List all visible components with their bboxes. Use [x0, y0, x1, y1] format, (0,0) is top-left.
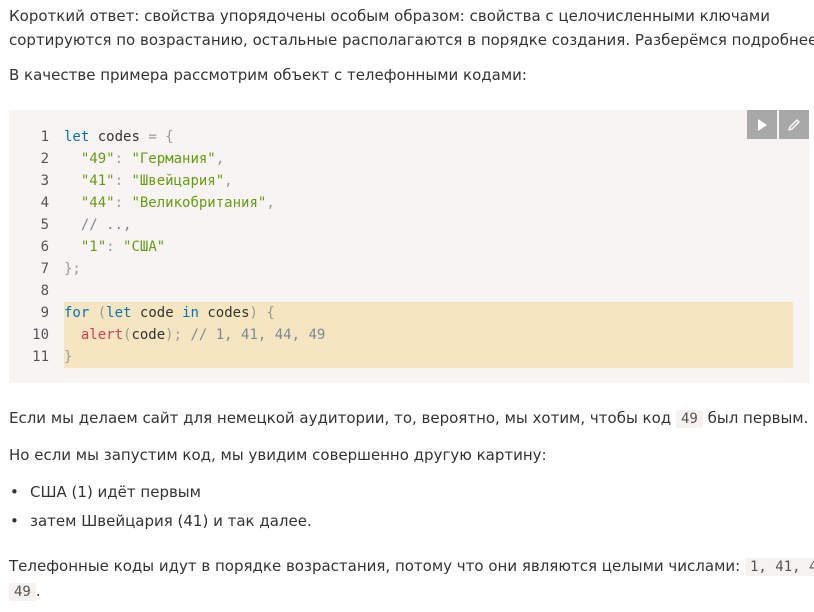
- code-punctuation: };: [64, 261, 81, 277]
- line-number-gutter: 1 2 3 4 5 6 7 8 9 10 11: [9, 126, 49, 368]
- conclusion-paragraph-line-1: Телефонные коды идут в порядке возрастан…: [9, 554, 814, 580]
- code-line: "49": "Германия",: [80, 151, 225, 167]
- code-comment: // ..,: [80, 217, 132, 233]
- code-function: alert: [80, 327, 124, 343]
- line-number: 11: [32, 349, 49, 365]
- code-line: alert(code); // 1, 41, 44, 49: [80, 327, 326, 343]
- code-string: "США": [123, 239, 166, 255]
- intro-paragraph-line-1: Короткий ответ: свойства упорядочены осо…: [9, 7, 770, 25]
- code-line: };: [64, 258, 325, 280]
- code-keyword: let: [106, 305, 132, 321]
- code-punctuation: = {: [148, 129, 174, 145]
- code-identifier: codes: [97, 129, 140, 145]
- code-example-block: 1 2 3 4 5 6 7 8 9 10 11 let codes = { "4…: [9, 110, 809, 383]
- code-identifier: codes: [207, 305, 250, 321]
- list-item-text: США (1) идёт первым: [30, 483, 201, 501]
- code-lines: let codes = { "49": "Германия", "41": "Ш…: [64, 126, 325, 368]
- run-button[interactable]: [747, 110, 777, 139]
- code-line: }: [64, 346, 325, 368]
- bullet-icon: •: [10, 512, 19, 530]
- paragraph-text: .: [35, 582, 41, 600]
- code-string: "1": [80, 239, 107, 255]
- list-item: • США (1) идёт первым: [10, 481, 201, 503]
- line-number: 10: [32, 327, 49, 343]
- list-item: • затем Швейцария (41) и так далее.: [10, 510, 312, 532]
- code-keyword: for: [64, 305, 90, 321]
- code-line: "44": "Великобритания",: [80, 195, 275, 211]
- line-number: 3: [40, 173, 49, 189]
- inline-code: 49: [9, 583, 36, 601]
- code-keyword: let: [64, 129, 90, 145]
- code-string: "44": [80, 195, 115, 211]
- bullet-icon: •: [10, 483, 19, 501]
- line-number: 2: [40, 151, 49, 167]
- line-number: 8: [40, 283, 49, 299]
- paragraph-text: Если мы делаем сайт для немецкой аудитор…: [9, 409, 672, 427]
- german-audience-paragraph: Если мы делаем сайт для немецкой аудитор…: [9, 406, 808, 432]
- paragraph-text: был первым.: [707, 409, 809, 427]
- code-line: // ..,: [64, 214, 325, 236]
- list-item-text: затем Швейцария (41) и так далее.: [30, 512, 312, 530]
- line-number: 4: [40, 195, 49, 211]
- code-line: let codes = {: [64, 126, 325, 148]
- code-string: "Швейцария": [131, 173, 225, 189]
- pencil-icon: [788, 118, 800, 131]
- code-line: "41": "Швейцария",: [80, 173, 233, 189]
- intro-paragraph-line-2: сортируются по возрастанию, остальные ра…: [9, 31, 814, 49]
- code-punctuation: }: [64, 349, 73, 365]
- inline-code: 49: [675, 410, 703, 428]
- paragraph-text: Телефонные коды идут в порядке возрастан…: [9, 557, 741, 575]
- line-number: 5: [40, 217, 49, 233]
- code-identifier: code: [131, 327, 166, 343]
- code-comment: // 1, 41, 44, 49: [190, 327, 326, 343]
- code-identifier: code: [139, 305, 174, 321]
- run-result-paragraph: Но если мы запустим код, мы увидим совер…: [9, 446, 547, 464]
- code-line: for (let code in codes) {: [64, 305, 275, 321]
- play-icon: [758, 118, 767, 131]
- inline-code: 1, 41, 44,: [744, 558, 814, 576]
- example-intro-paragraph: В качестве примера рассмотрим объект с т…: [9, 66, 527, 84]
- code-line: "1": "США": [80, 239, 166, 255]
- code-toolbar: [747, 110, 809, 139]
- line-number: 7: [40, 261, 49, 277]
- line-number: 1: [40, 129, 49, 145]
- code-string: "Великобритания": [131, 195, 267, 211]
- article-page: Короткий ответ: свойства упорядочены осо…: [0, 0, 814, 612]
- conclusion-paragraph-line-2: 49.: [9, 579, 41, 605]
- code-keyword: in: [182, 305, 199, 321]
- edit-button[interactable]: [779, 110, 809, 139]
- code-string: "49": [80, 151, 115, 167]
- line-number: 6: [40, 239, 49, 255]
- line-number: 9: [40, 305, 49, 321]
- code-string: "41": [80, 173, 115, 189]
- code-string: "Германия": [131, 151, 216, 167]
